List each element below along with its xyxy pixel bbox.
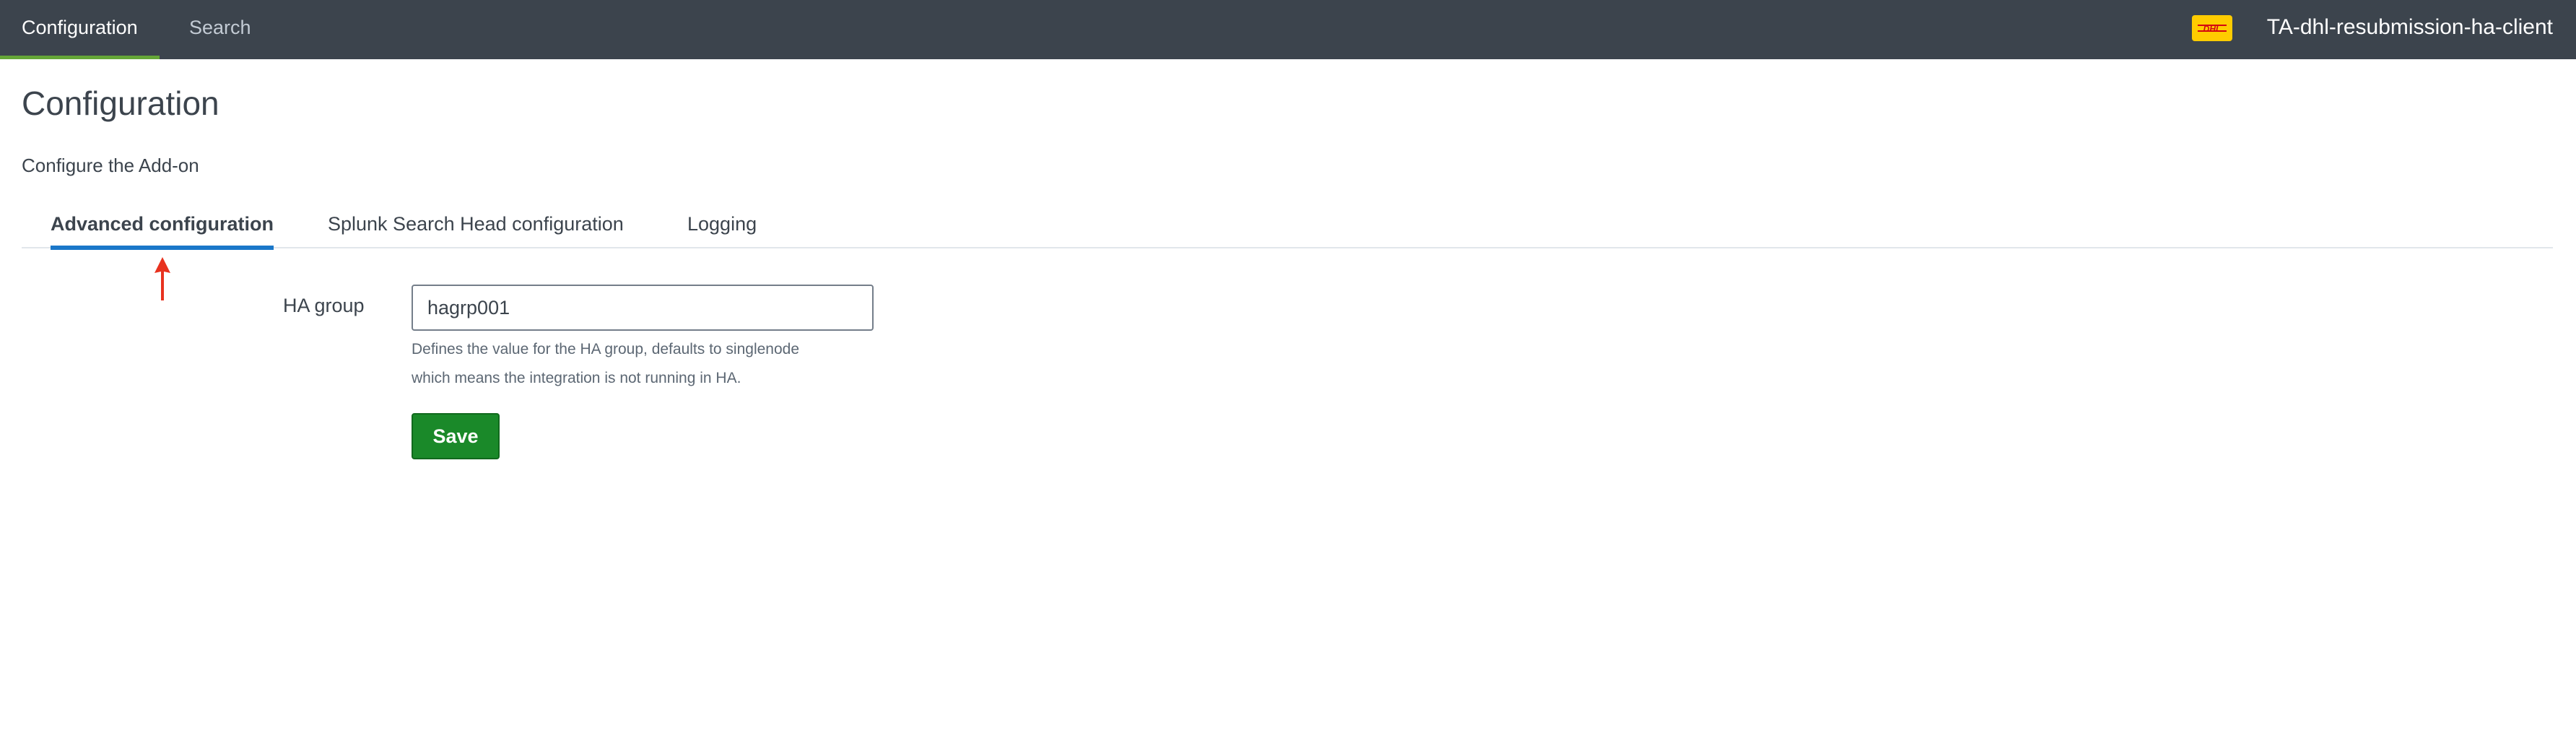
- tab-bar: Advanced configuration Splunk Search Hea…: [22, 202, 2553, 250]
- tab-splunk-search-head-configuration[interactable]: Splunk Search Head configuration: [328, 202, 624, 248]
- annotation-arrow-icon: [153, 257, 172, 300]
- help-text-line: which means the integration is not runni…: [412, 370, 741, 386]
- help-text-line: Defines the value for the HA group, defa…: [412, 341, 800, 358]
- page-title: Configuration: [22, 84, 219, 122]
- app-name: TA-dhl-resubmission-ha-client: [2266, 15, 2553, 39]
- top-navigation-bar: Configuration Search DHL TA-dhl-resubmis…: [0, 0, 2576, 59]
- tab-logging[interactable]: Logging: [687, 202, 757, 248]
- nav-search[interactable]: Search: [167, 0, 273, 59]
- ha-group-label: HA group: [283, 295, 365, 316]
- ha-group-input[interactable]: [412, 285, 874, 331]
- nav-configuration[interactable]: Configuration: [0, 0, 160, 59]
- dhl-logo-icon: DHL: [2192, 15, 2232, 41]
- page-subtitle: Configure the Add-on: [22, 155, 199, 176]
- save-button[interactable]: Save: [412, 413, 500, 459]
- logo-text: DHL: [2203, 24, 2222, 34]
- tab-advanced-configuration[interactable]: Advanced configuration: [51, 202, 274, 250]
- ha-group-help-text: Defines the value for the HA group, defa…: [412, 335, 917, 393]
